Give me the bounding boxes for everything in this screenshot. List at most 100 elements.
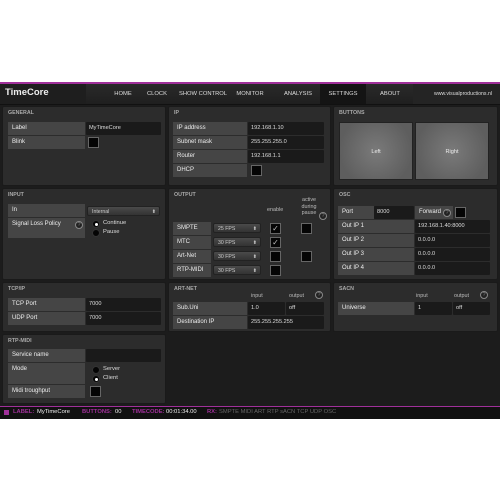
destination-ip-input[interactable]: 255.255.255.255 [248, 316, 324, 329]
in-select[interactable]: Internal ⬍ [87, 206, 160, 216]
nav-about[interactable]: ABOUT [370, 84, 410, 104]
artnet-panel: ART-NET input output ? Sub.Uni 1.0 off D… [168, 282, 331, 332]
timecore-app: TimeCore HOME CLOCK SHOW CONTROL MONITOR… [0, 82, 500, 419]
artnet-input-header: input [251, 293, 263, 299]
sacn-input-header: input [416, 293, 428, 299]
status-label-key: LABEL: [13, 409, 35, 415]
forward-checkbox[interactable] [455, 207, 466, 218]
status-rx-items: SMPTE MIDI ART RTP sACN TCP UDP OSC [219, 409, 337, 415]
artnet-fps-select[interactable]: 30 FPS ⬍ [213, 251, 261, 261]
select-arrows-icon: ⬍ [252, 226, 257, 232]
out-ip-2-input[interactable]: 0.0.0.0 [415, 234, 490, 247]
general-panel: GENERAL Label MyTimeCore Blink [2, 106, 166, 186]
blink-checkbox[interactable] [88, 137, 99, 148]
signal-loss-policy-label: Signal Loss Policy [8, 218, 85, 238]
rtpmidi-enable-checkbox[interactable] [270, 265, 281, 276]
out-ip-3-input[interactable]: 0.0.0.0 [415, 248, 490, 261]
nav-monitor[interactable]: MONITOR [232, 84, 268, 104]
nav-clock[interactable]: CLOCK [140, 84, 174, 104]
out-ip-4-label: Out IP 4 [338, 262, 414, 275]
active-during-pause-header: active during pause [301, 197, 317, 216]
out-ip-1-input[interactable]: 192.168.1.40:8000 [415, 220, 490, 233]
subuni-output[interactable]: off [286, 302, 324, 315]
rtpmidi-fps-select[interactable]: 30 FPS ⬍ [213, 265, 261, 275]
mode-label: Mode [8, 363, 85, 384]
app-title: TimeCore [5, 87, 49, 98]
universe-label: Universe [338, 302, 414, 315]
input-title: INPUT [8, 192, 24, 198]
nav-show-control[interactable]: SHOW CONTROL [178, 84, 228, 104]
out-ip-2-label: Out IP 2 [338, 234, 414, 247]
select-arrows-icon: ⬍ [151, 209, 156, 215]
smpte-enable-checkbox[interactable]: ✓ [270, 223, 281, 234]
midi-throughput-checkbox[interactable] [90, 386, 101, 397]
in-select-value: Internal [92, 209, 110, 215]
help-icon[interactable]: ? [75, 221, 83, 229]
service-name-label: Service name [8, 349, 85, 362]
rtpmidi-title: RTP-MIDI [8, 338, 32, 344]
pause-radio[interactable] [92, 229, 100, 237]
subuni-label: Sub.Uni [173, 302, 247, 315]
ip-panel: IP IP address 192.168.1.10 Subnet mask 2… [168, 106, 331, 186]
sacn-panel: SACN input output ? Universe 1 off [333, 282, 498, 332]
website-link[interactable]: www.visualproductions.nl [434, 84, 492, 104]
continue-label: Continue [103, 220, 127, 226]
ip-address-input[interactable]: 192.168.1.10 [248, 122, 324, 135]
universe-input[interactable]: 1 [415, 302, 452, 315]
continue-radio[interactable] [92, 220, 100, 228]
osc-help-icon[interactable]: ? [443, 209, 451, 217]
status-indicator-icon [4, 410, 9, 415]
service-name-input[interactable] [86, 349, 161, 362]
tcp-port-input[interactable]: 7000 [86, 298, 161, 311]
universe-output[interactable]: off [453, 302, 490, 315]
mtc-enable-checkbox[interactable]: ✓ [270, 237, 281, 248]
udp-port-input[interactable]: 7000 [86, 312, 161, 325]
output-help-icon[interactable]: ? [319, 212, 327, 220]
tcpip-title: TCP/IP [8, 286, 26, 292]
left-button[interactable]: Left [339, 122, 413, 180]
router-label: Router [173, 150, 247, 163]
client-label: Client [103, 375, 118, 381]
smpte-pause-checkbox[interactable] [301, 223, 312, 234]
artnet-title: ART-NET [174, 286, 197, 292]
label-label: Label [8, 122, 85, 135]
artnet-enable-checkbox[interactable] [270, 251, 281, 262]
in-label: In [8, 204, 85, 217]
select-arrows-icon: ⬍ [252, 240, 257, 246]
status-timecode-key: TIMECODE: [132, 409, 165, 415]
mtc-label: MTC [173, 236, 211, 249]
status-buttons-key: BUTTONS: [82, 409, 112, 415]
udp-port-label: UDP Port [8, 312, 85, 325]
status-timecode-value: 00:01:34.00 [166, 409, 197, 415]
select-arrows-icon: ⬍ [252, 268, 257, 274]
nav-analysis[interactable]: ANALYSIS [278, 84, 318, 104]
right-button[interactable]: Right [415, 122, 489, 180]
artnet-output-header: output [289, 293, 304, 299]
sacn-help-icon[interactable]: ? [480, 291, 488, 299]
out-ip-4-input[interactable]: 0.0.0.0 [415, 262, 490, 275]
tcp-port-label: TCP Port [8, 298, 85, 311]
smpte-fps-select[interactable]: 25 FPS ⬍ [213, 223, 261, 233]
blink-label: Blink [8, 136, 85, 149]
server-radio[interactable] [92, 366, 100, 374]
server-label: Server [103, 366, 121, 372]
select-arrows-icon: ⬍ [252, 254, 257, 260]
out-ip-3-label: Out IP 3 [338, 248, 414, 261]
port-input[interactable]: 8000 [374, 206, 414, 219]
subnet-input[interactable]: 255.255.255.0 [248, 136, 324, 149]
tcpip-panel: TCP/IP TCP Port 7000 UDP Port 7000 [2, 282, 166, 332]
dhcp-checkbox[interactable] [251, 165, 262, 176]
ip-address-label: IP address [173, 122, 247, 135]
mtc-fps-select[interactable]: 30 FPS ⬍ [213, 237, 261, 247]
subuni-input[interactable]: 1.0 [248, 302, 285, 315]
label-input[interactable]: MyTimeCore [86, 122, 161, 135]
artnet-pause-checkbox[interactable] [301, 251, 312, 262]
smpte-label: SMPTE [173, 222, 211, 235]
router-input[interactable]: 192.168.1.1 [248, 150, 324, 163]
nav-settings[interactable]: SETTINGS [320, 84, 366, 104]
status-buttons-value: 00 [115, 409, 122, 415]
ip-title: IP [174, 110, 180, 116]
output-panel: OUTPUT enable active during pause ? SMPT… [168, 188, 331, 280]
artnet-help-icon[interactable]: ? [315, 291, 323, 299]
client-radio[interactable] [92, 375, 100, 383]
